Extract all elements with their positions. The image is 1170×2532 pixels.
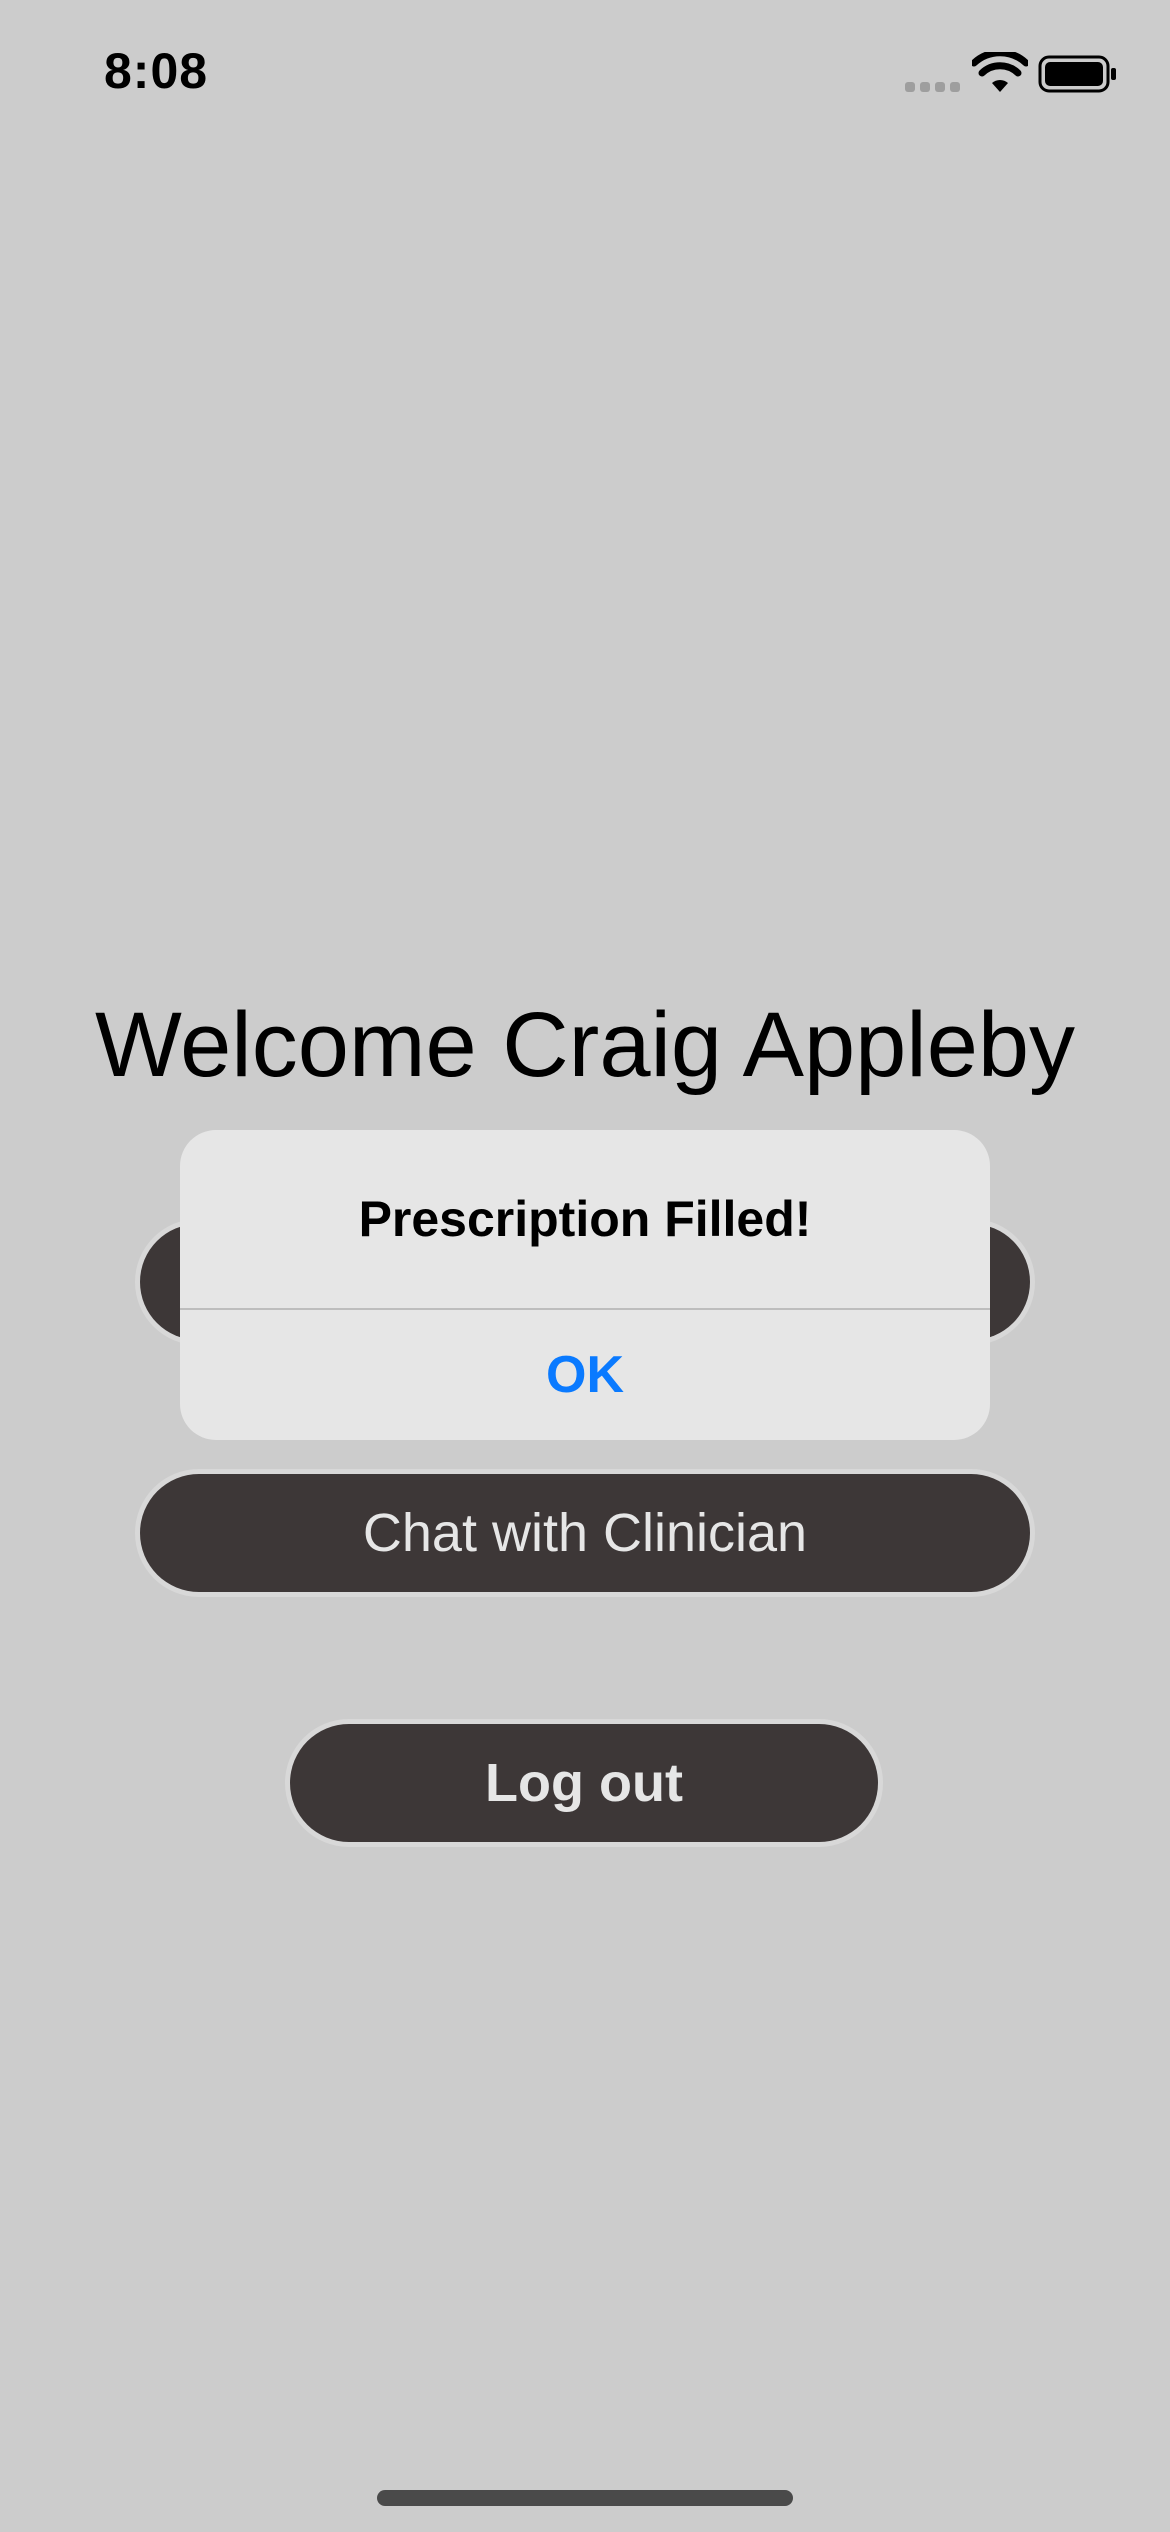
alert-ok-button[interactable]: OK xyxy=(180,1310,990,1440)
app-screen: 8:08 Welcome Craig Appleby Chat with Cli… xyxy=(0,0,1170,2532)
page-title: Welcome Craig Appleby xyxy=(94,994,1076,1096)
logout-button[interactable]: Log out xyxy=(290,1724,878,1842)
cellular-signal-icon xyxy=(905,78,961,92)
alert-dialog: Prescription Filled! OK xyxy=(180,1130,990,1440)
wifi-icon xyxy=(972,52,1028,92)
chat-with-clinician-button[interactable]: Chat with Clinician xyxy=(140,1474,1030,1592)
status-time: 8:08 xyxy=(104,43,209,99)
battery-icon xyxy=(1038,55,1116,93)
home-indicator[interactable] xyxy=(377,2490,793,2506)
status-bar: 8:08 xyxy=(0,0,1170,150)
alert-title: Prescription Filled! xyxy=(358,1191,812,1247)
